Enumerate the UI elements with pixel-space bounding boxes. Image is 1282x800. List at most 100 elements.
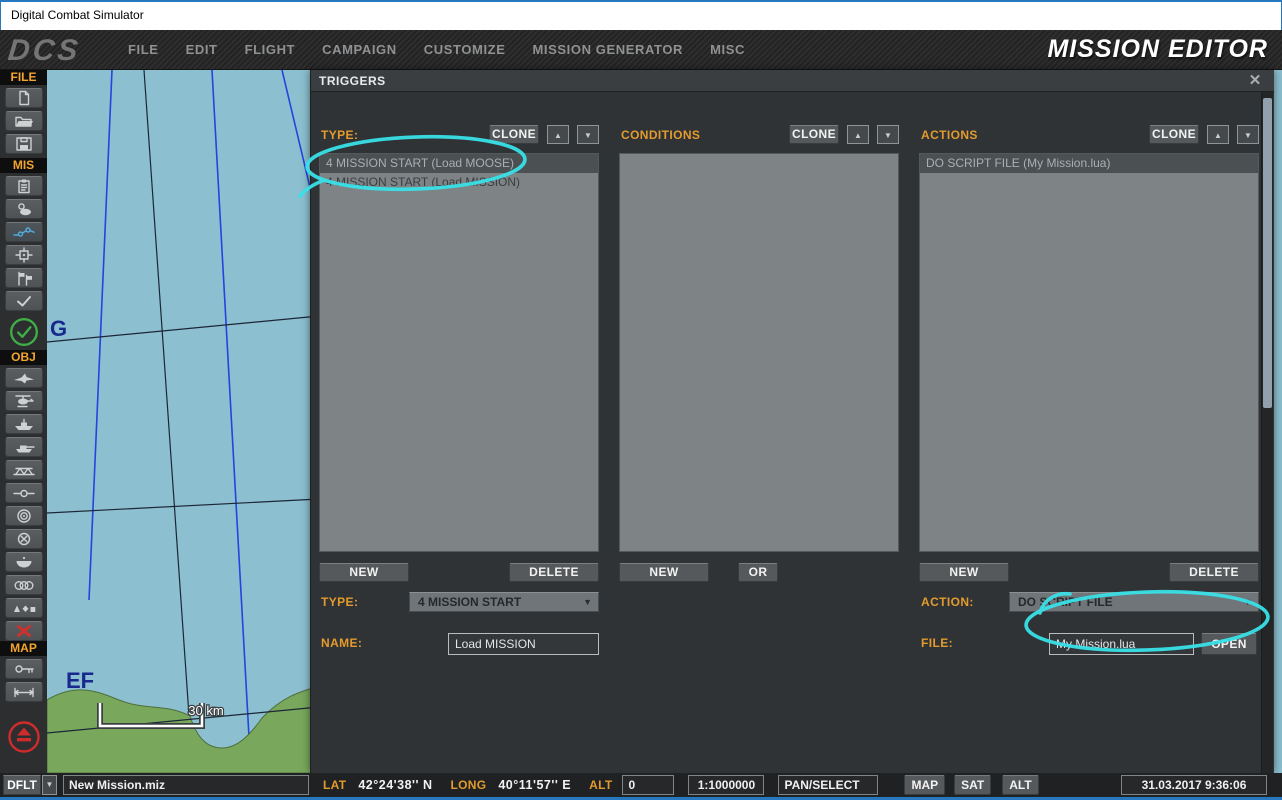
coalition-dropdown-arrow[interactable]: ▼ bbox=[42, 775, 57, 795]
template-shapes-button[interactable] bbox=[5, 598, 43, 618]
menu-mission-generator[interactable]: MISSION GENERATOR bbox=[532, 42, 683, 57]
conditions-new-button[interactable]: NEW bbox=[619, 563, 709, 582]
chevron-down-icon: ▼ bbox=[1243, 593, 1252, 611]
type-move-down-button[interactable]: ▼ bbox=[577, 125, 599, 144]
actions-column: ACTIONS CLONE ▲ ▼ DO SCRIPT FILE (My Mis… bbox=[919, 92, 1259, 773]
actions-move-down-button[interactable]: ▼ bbox=[1237, 125, 1259, 144]
trigger-name-input[interactable] bbox=[448, 633, 599, 655]
open-mission-icon bbox=[11, 113, 37, 129]
add-waypoint-button[interactable] bbox=[5, 483, 43, 503]
static-object-icon bbox=[11, 462, 37, 478]
chevron-up-icon: ▲ bbox=[554, 131, 562, 140]
delete-button[interactable] bbox=[5, 621, 43, 641]
ruler-button[interactable] bbox=[5, 682, 43, 702]
waypoint-icon bbox=[11, 485, 37, 501]
circle-cross-icon bbox=[11, 531, 37, 547]
map-layer-button[interactable]: MAP bbox=[904, 775, 945, 795]
trigger-list-item[interactable]: 4 MISSION START (Load MOOSE) bbox=[320, 154, 598, 173]
script-file-input[interactable] bbox=[1049, 633, 1194, 655]
add-static-object-button[interactable] bbox=[5, 460, 43, 480]
sat-layer-button[interactable]: SAT bbox=[954, 775, 991, 795]
triggers-button[interactable] bbox=[5, 222, 43, 242]
mouse-mode-indicator[interactable]: PAN/SELECT bbox=[778, 775, 878, 795]
conditions-column: CONDITIONS CLONE ▲ ▼ NEW OR bbox=[619, 92, 899, 773]
actions-clone-button[interactable]: CLONE bbox=[1149, 125, 1199, 144]
actions-move-up-button[interactable]: ▲ bbox=[1207, 125, 1229, 144]
action-list-item[interactable]: DO SCRIPT FILE (My Mission.lua) bbox=[920, 154, 1258, 173]
toolbar-sidebar: FILE MIS bbox=[0, 70, 47, 773]
flags-button[interactable] bbox=[5, 268, 43, 288]
chevron-down-icon: ▼ bbox=[1244, 131, 1252, 140]
add-helicopter-button[interactable] bbox=[5, 391, 43, 411]
trigger-list-item[interactable]: 4 MISSION START (Load MISSION) bbox=[320, 173, 598, 192]
triggers-panel: TRIGGERS ✕ TYPE: CLONE ▲ ▼ 4 MISSION STA… bbox=[310, 70, 1274, 773]
trigger-type-dropdown[interactable]: 4 MISSION START ▼ bbox=[409, 592, 599, 612]
type-column: TYPE: CLONE ▲ ▼ 4 MISSION START (Load MO… bbox=[319, 92, 599, 773]
conditions-move-down-button[interactable]: ▼ bbox=[877, 125, 899, 144]
weather-icon bbox=[11, 201, 37, 217]
save-mission-button[interactable] bbox=[5, 134, 43, 154]
menu-misc[interactable]: MISC bbox=[710, 42, 745, 57]
menu-edit[interactable]: EDIT bbox=[186, 42, 218, 57]
menu-file[interactable]: FILE bbox=[128, 42, 159, 57]
circle-cross-button[interactable] bbox=[5, 529, 43, 549]
add-carrier-button[interactable] bbox=[5, 552, 43, 572]
trigger-name-label: NAME: bbox=[321, 633, 362, 653]
map-key-button[interactable] bbox=[5, 659, 43, 679]
exit-editor-button[interactable] bbox=[5, 718, 43, 756]
checklist-button[interactable] bbox=[5, 291, 43, 311]
type-new-button[interactable]: NEW bbox=[319, 563, 409, 582]
chevron-down-icon: ▼ bbox=[584, 131, 592, 140]
new-mission-button[interactable] bbox=[5, 88, 43, 108]
conditions-or-button[interactable]: OR bbox=[738, 563, 778, 582]
menu-customize[interactable]: CUSTOMIZE bbox=[424, 42, 506, 57]
carrier-icon bbox=[11, 554, 37, 570]
add-vehicle-button[interactable] bbox=[5, 437, 43, 457]
map-scale-indicator[interactable]: 1:1000000 bbox=[688, 775, 764, 795]
open-file-button[interactable]: OPEN bbox=[1201, 633, 1257, 655]
menu-items: FILE EDIT FLIGHT CAMPAIGN CUSTOMIZE MISS… bbox=[128, 42, 745, 57]
bullseye-button[interactable] bbox=[5, 506, 43, 526]
triggers-panel-header: TRIGGERS ✕ bbox=[311, 70, 1274, 92]
type-clone-button[interactable]: CLONE bbox=[489, 125, 539, 144]
mission-options-button[interactable] bbox=[5, 245, 43, 265]
key-icon bbox=[11, 661, 37, 677]
panel-scrollbar-thumb[interactable] bbox=[1263, 98, 1272, 408]
type-delete-button[interactable]: DELETE bbox=[509, 563, 599, 582]
add-airplane-button[interactable] bbox=[5, 368, 43, 388]
dcs-logo-icon: DCS bbox=[8, 33, 108, 67]
alt-layer-button[interactable]: ALT bbox=[1002, 775, 1038, 795]
add-ship-button[interactable] bbox=[5, 414, 43, 434]
actions-delete-button[interactable]: DELETE bbox=[1169, 563, 1259, 582]
open-mission-button[interactable] bbox=[5, 111, 43, 131]
window-titlebar: Digital Combat Simulator bbox=[0, 0, 1282, 30]
validate-mission-button[interactable] bbox=[8, 316, 40, 348]
close-icon[interactable]: ✕ bbox=[1246, 71, 1264, 91]
type-move-up-button[interactable]: ▲ bbox=[547, 125, 569, 144]
menu-campaign[interactable]: CAMPAIGN bbox=[322, 42, 397, 57]
ruler-icon bbox=[11, 684, 37, 700]
briefing-button[interactable] bbox=[5, 176, 43, 196]
chevron-down-icon: ▼ bbox=[884, 131, 892, 140]
mission-filename-input[interactable] bbox=[63, 775, 309, 795]
exit-icon bbox=[5, 718, 43, 756]
chevron-up-icon: ▲ bbox=[1214, 131, 1222, 140]
triggers-panel-title: TRIGGERS bbox=[319, 70, 386, 92]
conditions-clone-button[interactable]: CLONE bbox=[789, 125, 839, 144]
new-mission-icon bbox=[11, 90, 37, 106]
type-select-label: TYPE: bbox=[321, 592, 358, 612]
coalition-selector[interactable]: DFLT bbox=[3, 775, 41, 795]
action-select-label: ACTION: bbox=[921, 592, 974, 612]
menu-flight[interactable]: FLIGHT bbox=[245, 42, 296, 57]
action-type-dropdown[interactable]: DO SCRIPT FILE ▼ bbox=[1009, 592, 1259, 612]
alt-input[interactable] bbox=[622, 775, 674, 795]
panel-scrollbar[interactable] bbox=[1261, 92, 1273, 773]
delete-icon bbox=[11, 623, 37, 639]
map-grid-label-ef: EF bbox=[66, 668, 94, 693]
conditions-column-label: CONDITIONS bbox=[621, 125, 700, 145]
linked-rings-icon bbox=[11, 577, 37, 593]
weather-button[interactable] bbox=[5, 199, 43, 219]
actions-new-button[interactable]: NEW bbox=[919, 563, 1009, 582]
linked-rings-button[interactable] bbox=[5, 575, 43, 595]
conditions-move-up-button[interactable]: ▲ bbox=[847, 125, 869, 144]
